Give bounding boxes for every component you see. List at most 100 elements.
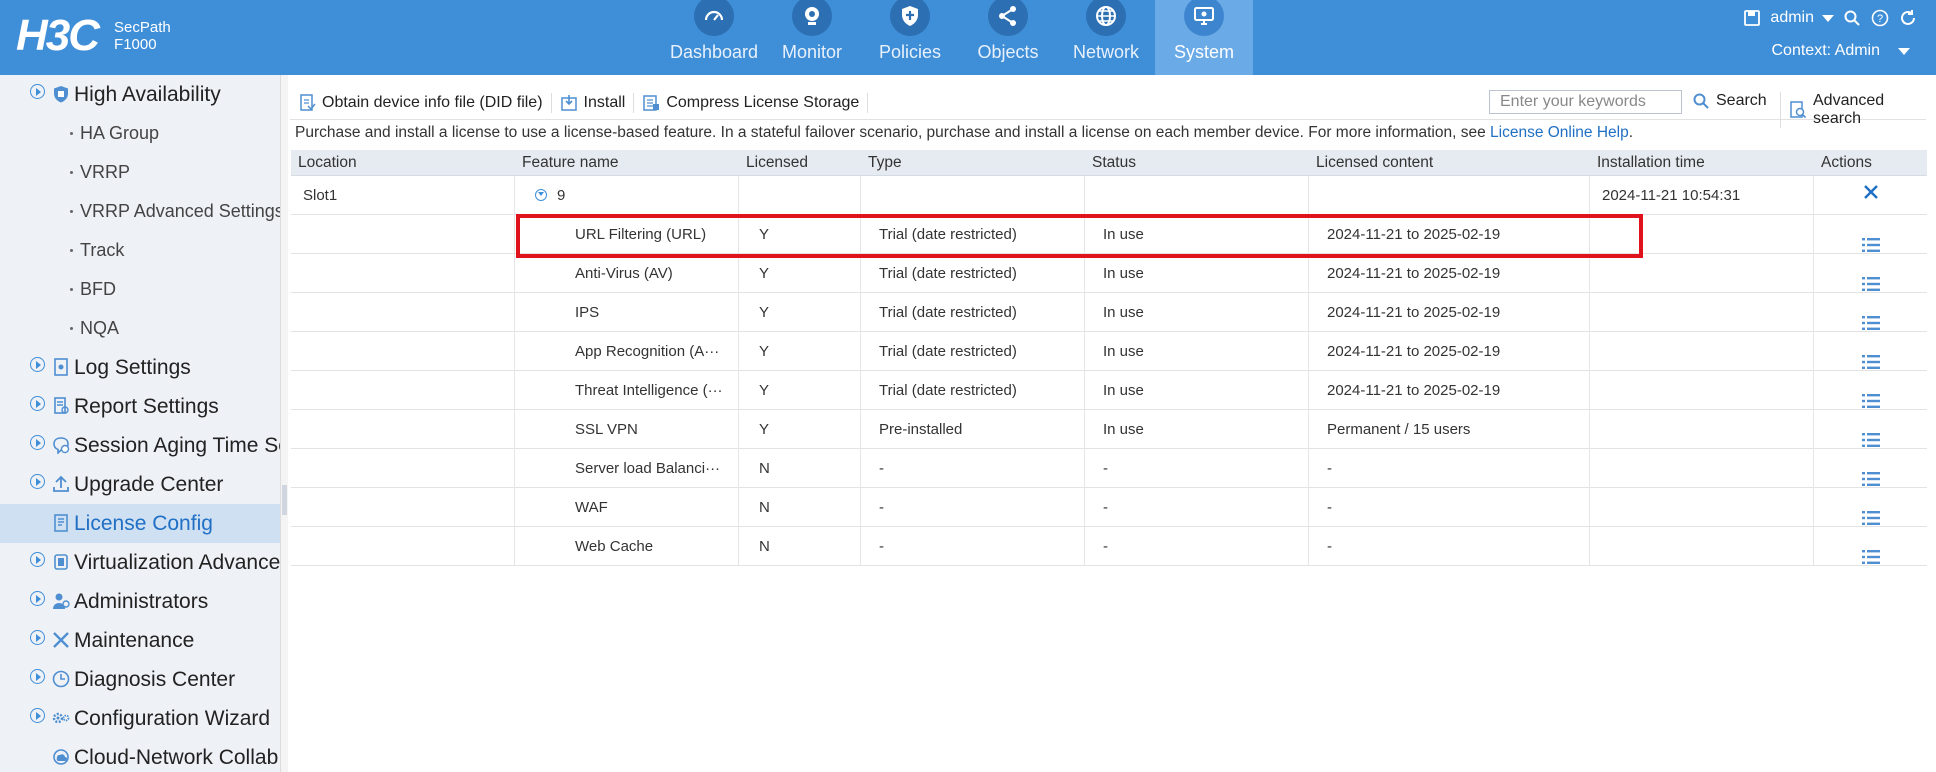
expand-icon[interactable]: [30, 669, 45, 684]
tab-system[interactable]: System: [1155, 0, 1253, 75]
actions-cell: [1814, 254, 1927, 293]
session-icon: [52, 436, 70, 455]
notice-suffix: .: [1628, 124, 1634, 141]
sidebar-item-nqa[interactable]: NQA: [0, 309, 280, 348]
compress-storage-button[interactable]: Compress License Storage: [634, 92, 869, 113]
licensed-cell: Y: [739, 254, 861, 293]
license-help-link[interactable]: License Online Help: [1490, 124, 1629, 141]
sidebar-item-virtualization[interactable]: Virtualization Advance: [0, 543, 280, 582]
chevron-down-icon[interactable]: [1898, 47, 1910, 55]
details-list-icon[interactable]: [1861, 540, 1880, 564]
details-list-icon[interactable]: [1861, 345, 1880, 369]
sidebar-item-license-config[interactable]: License Config: [0, 504, 280, 543]
search-icon[interactable]: [1842, 8, 1862, 28]
expand-icon[interactable]: [30, 396, 45, 411]
tab-policies[interactable]: Policies: [861, 0, 959, 75]
details-list-icon[interactable]: [1861, 306, 1880, 330]
expand-icon[interactable]: [30, 591, 45, 606]
sidebar-item-label: Administrators: [74, 589, 209, 613]
details-list-icon[interactable]: [1861, 462, 1880, 486]
table-row[interactable]: Server load Balanci··· N - - -: [291, 449, 1927, 488]
users-icon: [52, 592, 70, 610]
save-icon[interactable]: [1742, 8, 1762, 28]
column-header[interactable]: Licensed: [739, 150, 861, 175]
tab-network[interactable]: Network: [1057, 0, 1155, 75]
obtain-did-button[interactable]: Obtain device info file (DID file): [290, 92, 552, 113]
sidebar-item-vrrp[interactable]: VRRP: [0, 153, 280, 192]
sidebar-item-log-settings[interactable]: Log Settings: [0, 348, 280, 387]
details-list-icon[interactable]: [1861, 384, 1880, 408]
column-header[interactable]: Actions: [1814, 150, 1927, 175]
sidebar-item-report-settings[interactable]: Report Settings: [0, 387, 280, 426]
refresh-icon[interactable]: [1898, 8, 1918, 28]
column-header[interactable]: Type: [861, 150, 1085, 175]
column-header[interactable]: Feature name: [515, 150, 739, 175]
table-row[interactable]: App Recognition (A··· Y Trial (date restri…: [291, 332, 1927, 371]
chevron-down-icon[interactable]: [1822, 14, 1834, 22]
installation-time-cell: [1590, 449, 1814, 488]
actions-cell: [1814, 176, 1927, 215]
sidebar-item-bfd[interactable]: BFD: [0, 270, 280, 309]
context-selector[interactable]: Context: Admin: [1772, 42, 1881, 60]
obtain-did-label: Obtain device info file (DID file): [322, 93, 543, 111]
help-icon[interactable]: ?: [1870, 8, 1890, 28]
column-header[interactable]: Location: [291, 150, 515, 175]
location-cell: [291, 332, 515, 371]
column-header[interactable]: Status: [1085, 150, 1309, 175]
sidebar-item-high-availability[interactable]: High Availability: [0, 75, 280, 114]
details-list-icon[interactable]: [1861, 267, 1880, 291]
collapse-icon[interactable]: [535, 189, 547, 201]
sidebar-item-ha-group[interactable]: HA Group: [0, 114, 280, 153]
sidebar-splitter[interactable]: [280, 75, 288, 772]
sidebar-item-administrators[interactable]: Administrators: [0, 582, 280, 621]
table-row[interactable]: URL Filtering (URL) Y Trial (date restrict…: [291, 215, 1927, 254]
sidebar-item-cloud-network[interactable]: Cloud-Network Collab: [0, 738, 280, 772]
toolbar: Obtain device info file (DID file) Insta…: [290, 86, 1926, 128]
table-row[interactable]: Threat Intelligence (··· Y Trial (date res…: [291, 371, 1927, 410]
sidebar-item-label: Report Settings: [74, 394, 219, 418]
sidebar-item-upgrade-center[interactable]: Upgrade Center: [0, 465, 280, 504]
collapse-handle[interactable]: [282, 485, 287, 515]
install-button[interactable]: Install: [552, 92, 635, 113]
sidebar-item-track[interactable]: Track: [0, 231, 280, 270]
details-list-icon[interactable]: [1861, 423, 1880, 447]
table-row[interactable]: Anti-Virus (AV) Y Trial (date restricted) I…: [291, 254, 1927, 293]
search-input[interactable]: [1489, 90, 1682, 114]
sidebar-item-maintenance[interactable]: Maintenance: [0, 621, 280, 660]
type-cell: Trial (date restricted): [861, 293, 1085, 332]
search-button[interactable]: Search: [1692, 92, 1767, 110]
tab-objects[interactable]: Objects: [959, 0, 1057, 75]
table-header: Location Feature name Licensed Type Stat…: [291, 150, 1927, 176]
details-list-icon[interactable]: [1861, 501, 1880, 525]
table-row[interactable]: Web Cache N - - -: [291, 527, 1927, 566]
licensed-cell: N: [739, 488, 861, 527]
actions-cell: [1814, 293, 1927, 332]
table-row[interactable]: WAF N - - -: [291, 488, 1927, 527]
expand-icon[interactable]: [30, 474, 45, 489]
tab-dashboard[interactable]: Dashboard: [665, 0, 763, 75]
table-row[interactable]: SSL VPN Y Pre-installed In use Permanent / 1…: [291, 410, 1927, 449]
sidebar-item-label: Diagnosis Center: [74, 667, 236, 691]
sidebar-item-diagnosis-center[interactable]: Diagnosis Center: [0, 660, 280, 699]
column-header[interactable]: Installation time: [1590, 150, 1814, 175]
expand-icon[interactable]: [30, 357, 45, 372]
tab-monitor[interactable]: Monitor: [763, 0, 861, 75]
brand-logo: H3C: [16, 11, 100, 60]
empty-cell: [861, 176, 1085, 215]
user-menu[interactable]: admin: [1770, 9, 1814, 27]
table-row[interactable]: IPS Y Trial (date restricted) In use 2024-11…: [291, 293, 1927, 332]
expand-icon[interactable]: [30, 435, 45, 450]
sidebar-item-session-aging[interactable]: Session Aging Time Se: [0, 426, 280, 465]
feature-name-cell: WAF: [515, 488, 739, 527]
expand-icon[interactable]: [30, 84, 45, 99]
sidebar-item-configuration-wizard[interactable]: Configuration Wizard: [0, 699, 280, 738]
advanced-search-button[interactable]: Advanced search: [1780, 92, 1926, 128]
delete-icon[interactable]: [1863, 176, 1879, 215]
expand-icon[interactable]: [30, 708, 45, 723]
expand-icon[interactable]: [30, 552, 45, 567]
table-group-row[interactable]: Slot1 9 2024-11-21 10:54:31: [291, 176, 1927, 215]
details-list-icon[interactable]: [1861, 228, 1880, 252]
column-header[interactable]: Licensed content: [1309, 150, 1590, 175]
sidebar-item-vrrp-advanced[interactable]: VRRP Advanced Settings: [0, 192, 280, 231]
expand-icon[interactable]: [30, 630, 45, 645]
